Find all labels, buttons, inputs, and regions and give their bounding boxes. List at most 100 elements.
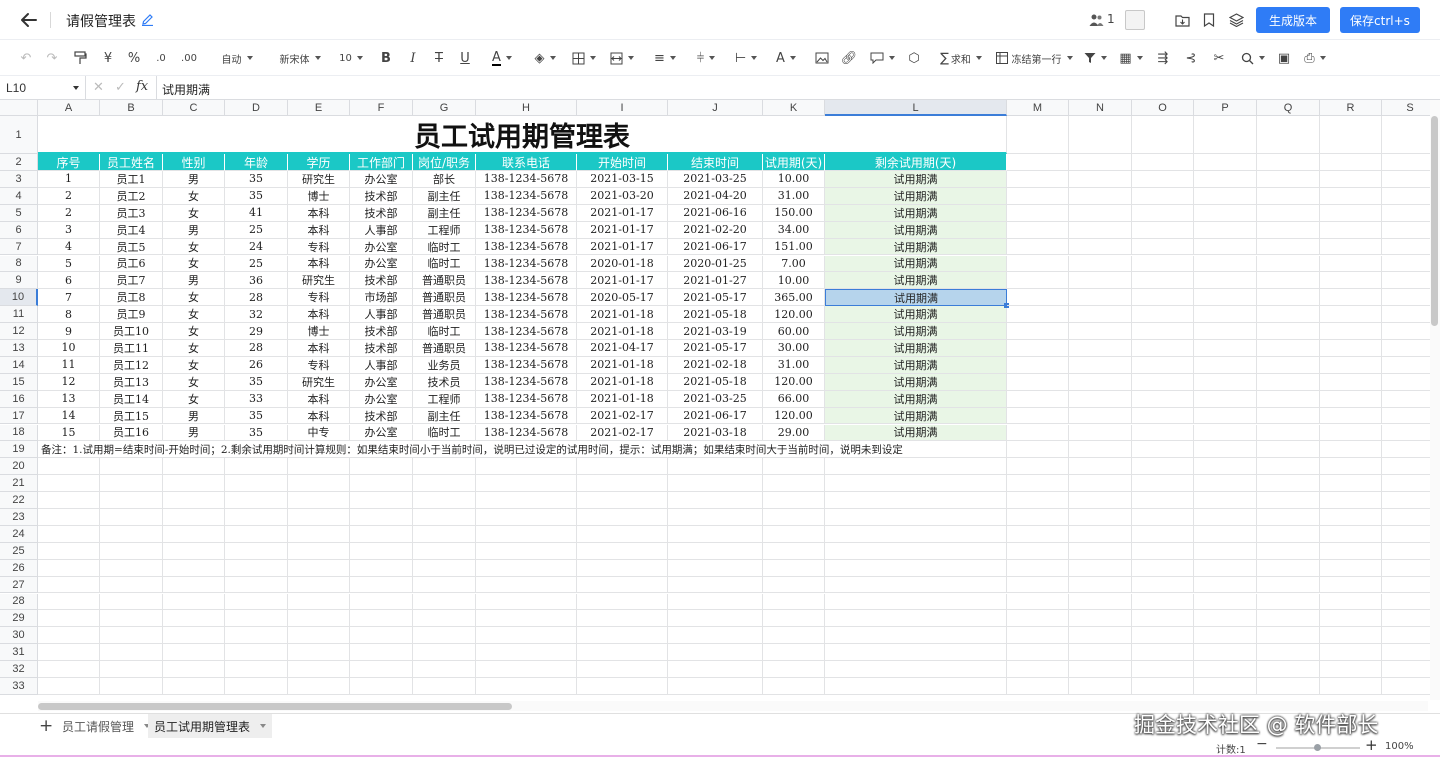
empty-cell[interactable] <box>1320 390 1382 408</box>
insert-image-icon[interactable] <box>814 49 830 67</box>
empty-cell[interactable] <box>763 678 825 695</box>
empty-cell[interactable] <box>1257 559 1320 577</box>
empty-cell[interactable] <box>100 644 163 662</box>
table-cell[interactable]: 技术部 <box>350 407 413 425</box>
table-cell[interactable]: 试用期满 <box>825 390 1007 408</box>
table-cell[interactable]: 2021-03-18 <box>668 424 763 442</box>
empty-cell[interactable] <box>1194 407 1257 425</box>
empty-cell[interactable] <box>1320 154 1382 171</box>
empty-cell[interactable] <box>763 559 825 577</box>
column-header-p[interactable]: P <box>1194 100 1257 116</box>
empty-cell[interactable] <box>1257 390 1320 408</box>
empty-cell[interactable] <box>1069 475 1132 493</box>
empty-cell[interactable] <box>1194 627 1257 645</box>
table-cell[interactable]: 专科 <box>288 356 350 374</box>
empty-cell[interactable] <box>38 593 100 611</box>
table-header-cell[interactable]: 学历 <box>288 154 350 171</box>
row-header-7[interactable]: 7 <box>0 238 38 256</box>
empty-cell[interactable] <box>100 475 163 493</box>
text-wrap-icon[interactable]: ⊢ <box>730 49 762 67</box>
empty-cell[interactable] <box>38 525 100 543</box>
empty-cell[interactable] <box>825 525 1007 543</box>
empty-cell[interactable] <box>1194 255 1257 273</box>
empty-cell[interactable] <box>1069 187 1132 205</box>
table-cell[interactable]: 临时工 <box>413 255 476 273</box>
empty-cell[interactable] <box>1257 475 1320 493</box>
table-cell[interactable]: 人事部 <box>350 356 413 374</box>
table-cell[interactable]: 普通职员 <box>413 340 476 357</box>
table-cell[interactable]: 28 <box>225 289 288 307</box>
empty-cell[interactable] <box>1320 576 1382 594</box>
empty-cell[interactable] <box>476 475 577 493</box>
split-text-icon[interactable]: ⇶ <box>1154 49 1172 67</box>
table-cell[interactable]: 138-1234-5678 <box>476 390 577 408</box>
empty-cell[interactable] <box>100 458 163 476</box>
table-cell[interactable]: 138-1234-5678 <box>476 407 577 425</box>
row-header-17[interactable]: 17 <box>0 407 38 425</box>
table-cell[interactable]: 365.00 <box>763 289 825 307</box>
table-cell[interactable]: 31.00 <box>763 187 825 205</box>
empty-cell[interactable] <box>1007 661 1069 678</box>
table-cell[interactable]: 138-1234-5678 <box>476 272 577 290</box>
row-header-21[interactable]: 21 <box>0 475 38 493</box>
add-sheet-icon[interactable]: + <box>39 716 53 736</box>
empty-cell[interactable] <box>1194 661 1257 678</box>
empty-cell[interactable] <box>1007 424 1069 442</box>
empty-cell[interactable] <box>1320 255 1382 273</box>
empty-cell[interactable] <box>1069 154 1132 171</box>
table-cell[interactable]: 2021-01-17 <box>577 221 668 239</box>
strikethrough-icon[interactable]: T <box>431 49 447 67</box>
table-cell[interactable]: 男 <box>163 272 225 290</box>
empty-cell[interactable] <box>1257 373 1320 391</box>
empty-cell[interactable] <box>38 661 100 678</box>
table-cell[interactable]: 试用期满 <box>825 424 1007 442</box>
empty-cell[interactable] <box>100 492 163 509</box>
empty-cell[interactable] <box>1257 576 1320 594</box>
empty-cell[interactable] <box>1007 373 1069 391</box>
table-cell[interactable]: 32 <box>225 306 288 324</box>
empty-cell[interactable] <box>763 542 825 560</box>
table-cell[interactable]: 2021-01-18 <box>577 373 668 391</box>
empty-cell[interactable] <box>1194 525 1257 543</box>
cut-icon[interactable]: ✂ <box>1210 49 1228 67</box>
cancel-icon[interactable]: ✕ <box>93 80 104 95</box>
empty-cell[interactable] <box>577 525 668 543</box>
chart-icon[interactable]: ▣ <box>1276 49 1292 67</box>
empty-cell[interactable] <box>1069 390 1132 408</box>
empty-cell[interactable] <box>100 559 163 577</box>
table-cell[interactable]: 试用期满 <box>825 187 1007 205</box>
empty-cell[interactable] <box>38 576 100 594</box>
table-cell[interactable]: 办公室 <box>350 238 413 256</box>
empty-cell[interactable] <box>225 593 288 611</box>
cell-reference-box[interactable]: L10 <box>0 76 86 99</box>
empty-cell[interactable] <box>1069 204 1132 222</box>
empty-cell[interactable] <box>1320 627 1382 645</box>
empty-cell[interactable] <box>1007 204 1069 222</box>
empty-cell[interactable] <box>350 458 413 476</box>
table-cell[interactable]: 2021-05-17 <box>668 340 763 357</box>
empty-cell[interactable] <box>1257 492 1320 509</box>
table-header-cell[interactable]: 岗位/职务 <box>413 154 476 171</box>
empty-cell[interactable] <box>577 458 668 476</box>
empty-cell[interactable] <box>1069 255 1132 273</box>
empty-cell[interactable] <box>163 509 225 526</box>
empty-cell[interactable] <box>825 492 1007 509</box>
empty-cell[interactable] <box>1257 407 1320 425</box>
empty-cell[interactable] <box>476 644 577 662</box>
empty-cell[interactable] <box>825 559 1007 577</box>
empty-cell[interactable] <box>1194 576 1257 594</box>
empty-cell[interactable] <box>413 542 476 560</box>
empty-cell[interactable] <box>225 475 288 493</box>
freeze-button[interactable]: 冻结第一行 <box>994 49 1074 67</box>
empty-cell[interactable] <box>668 559 763 577</box>
decrease-decimal-icon[interactable]: .0 <box>152 49 170 67</box>
column-header-g[interactable]: G <box>413 100 476 116</box>
empty-cell[interactable] <box>1132 390 1194 408</box>
table-cell[interactable]: 女 <box>163 390 225 408</box>
search-icon[interactable] <box>1238 49 1268 67</box>
table-cell[interactable]: 研究生 <box>288 373 350 391</box>
empty-cell[interactable] <box>225 627 288 645</box>
empty-cell[interactable] <box>225 542 288 560</box>
table-cell[interactable]: 试用期满 <box>825 356 1007 374</box>
empty-cell[interactable] <box>763 525 825 543</box>
